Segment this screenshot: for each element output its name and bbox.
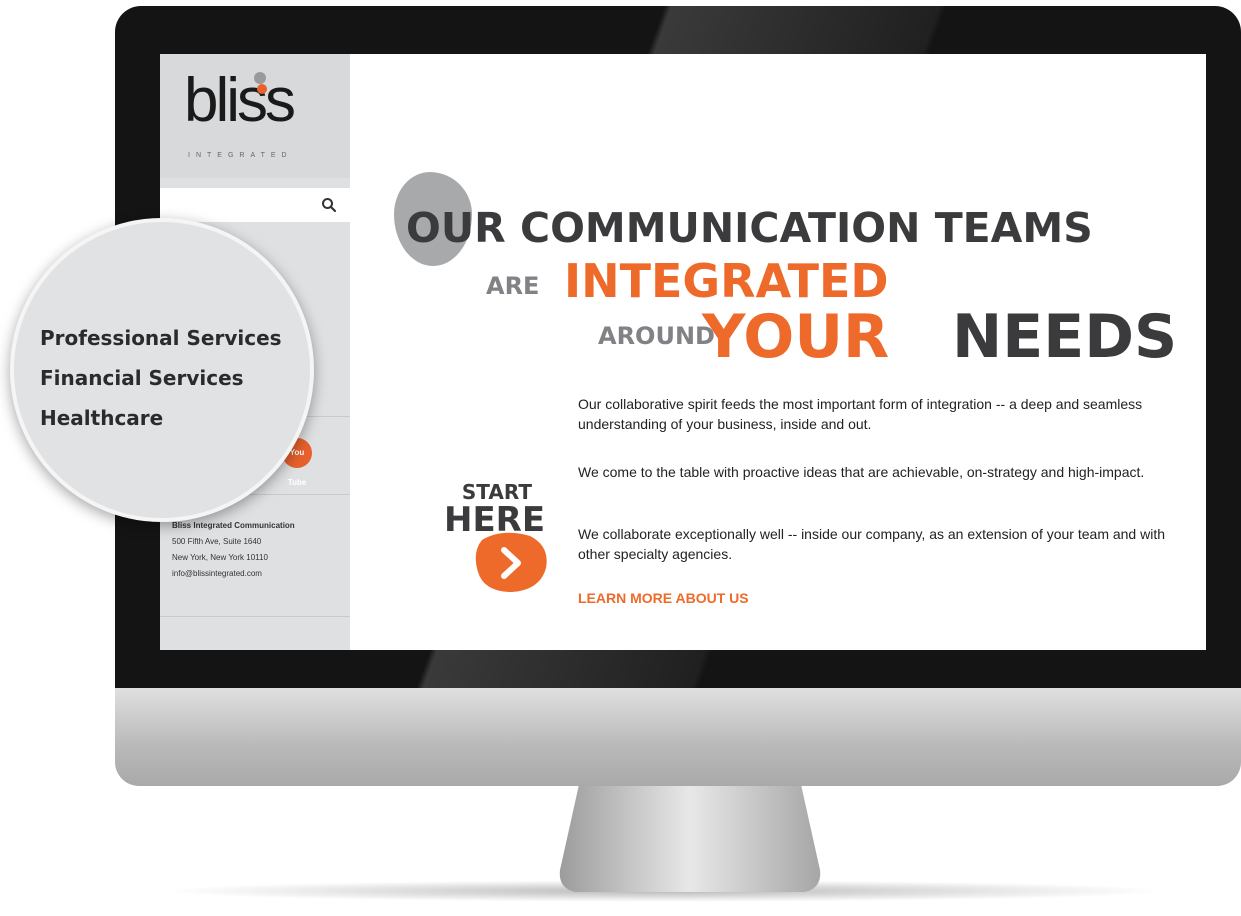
button-blob [475,532,547,592]
contact-address-line2: New York, New York 10110 [172,553,268,562]
search-input[interactable] [160,188,350,222]
logo-accent-dot-icon [257,84,267,94]
monitor-chin [115,686,1241,786]
nav-item-healthcare[interactable]: Healthcare [40,398,282,438]
search-icon[interactable] [320,196,338,214]
hero-headline-small-word: AROUND [598,322,715,350]
nav-item-financial-services[interactable]: Financial Services [40,358,282,398]
logo-dot-icon [254,72,266,84]
logo-subtitle: INTEGRATED [188,152,293,159]
contact-email-link[interactable]: info@blissintegrated.com [172,566,295,582]
contact-company: Bliss Integrated Communication [172,521,295,530]
learn-more-link[interactable]: LEARN MORE ABOUT US [578,590,749,606]
monitor-stand [559,780,821,892]
divider [160,616,350,617]
body-paragraph: We come to the table with proactive idea… [578,464,1145,480]
contact-info: Bliss Integrated Communication 500 Fifth… [172,518,295,582]
logo-text: bliss [184,66,296,135]
nav-item-professional-services[interactable]: Professional Services [40,318,282,358]
logo[interactable]: bliss INTEGRATED [160,54,350,178]
contact-address-line1: 500 Fifth Ave, Suite 1640 [172,537,262,546]
hero-headline-small-word: ARE [486,272,540,300]
magnified-nav-list: Professional Services Financial Services… [40,318,282,438]
start-here-button[interactable] [472,530,550,594]
hero-headline-line1: OUR COMMUNICATION TEAMS [406,204,1093,252]
hero-headline-integrated: INTEGRATED [564,254,889,308]
hero-headline-needs: NEEDS [952,302,1178,372]
body-paragraph: Our collaborative spirit feeds the most … [578,396,1143,432]
hero-headline-your: YOUR [702,302,890,372]
website-screen: bliss INTEGRATED ny ervices s You Tube B… [160,54,1206,650]
magnifier-callout: Professional Services Financial Services… [10,218,314,522]
body-paragraph: We collaborate exceptionally well -- ins… [578,526,1166,562]
